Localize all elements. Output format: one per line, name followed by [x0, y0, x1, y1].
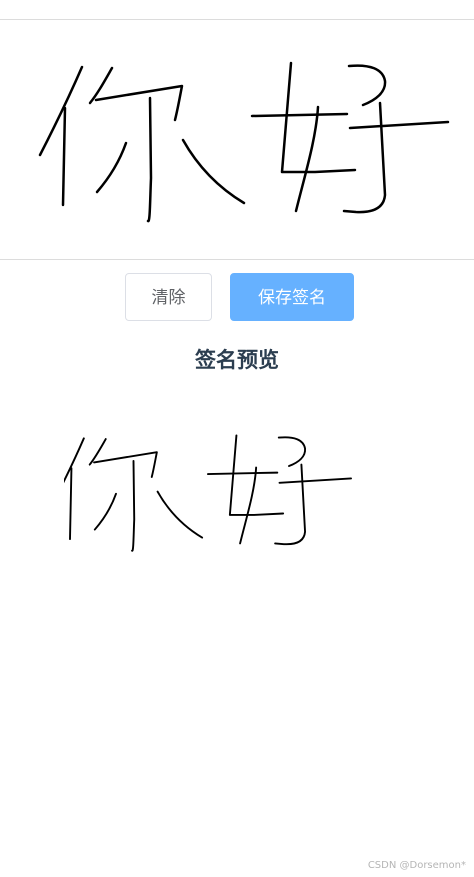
preview-title: 签名预览: [195, 348, 279, 372]
clear-button[interactable]: 清除: [125, 273, 212, 321]
save-signature-button[interactable]: 保存签名: [230, 273, 354, 321]
signature-canvas[interactable]: [0, 20, 474, 259]
watermark: CSDN @Dorsemon*: [367, 860, 466, 871]
pad-bottom-divider: [0, 259, 474, 260]
preview-strokes: [52, 434, 352, 552]
signature-preview-image: [52, 420, 410, 594]
signature-strokes: [38, 61, 450, 223]
